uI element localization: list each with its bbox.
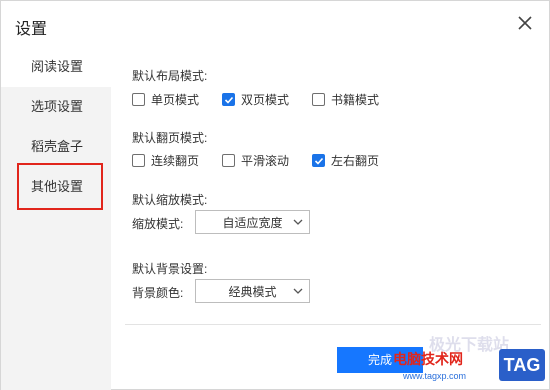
sidebar-item-options[interactable]: 选项设置 bbox=[1, 87, 111, 127]
close-icon[interactable] bbox=[513, 11, 537, 35]
sidebar: 阅读设置 选项设置 稻壳盒子 其他设置 bbox=[1, 47, 111, 390]
single-page-checkbox[interactable]: 单页模式 bbox=[132, 91, 199, 108]
sidebar-item-reading[interactable]: 阅读设置 bbox=[1, 47, 111, 87]
background-color-select[interactable]: 经典模式 bbox=[195, 279, 310, 303]
background-title: 默认背景设置: bbox=[132, 262, 208, 276]
chevron-down-icon bbox=[293, 219, 303, 225]
checkbox-box[interactable] bbox=[222, 154, 235, 167]
background-color-label: 背景颜色: bbox=[132, 286, 184, 300]
checkbox-box[interactable] bbox=[222, 93, 235, 106]
zoom-mode-title: 默认缩放模式: bbox=[132, 193, 208, 207]
continuous-page-checkbox[interactable]: 连续翻页 bbox=[132, 152, 199, 169]
sidebar-item-label: 稻壳盒子 bbox=[31, 139, 84, 154]
select-value: 经典模式 bbox=[228, 284, 277, 299]
sidebar-item-label: 阅读设置 bbox=[31, 59, 84, 74]
double-page-checkbox[interactable]: 双页模式 bbox=[222, 91, 289, 108]
checkbox-box[interactable] bbox=[312, 154, 325, 167]
settings-dialog: 设置 阅读设置 选项设置 稻壳盒子 其他设置 默认布局模式: 单页模式 双页模式… bbox=[0, 0, 550, 390]
checkbox-box[interactable] bbox=[132, 154, 145, 167]
checkbox-label: 左右翻页 bbox=[331, 154, 380, 168]
book-mode-checkbox[interactable]: 书籍模式 bbox=[312, 91, 379, 108]
sidebar-item-label: 其他设置 bbox=[31, 179, 84, 194]
watermark-faint-text: 极光下载站 bbox=[429, 337, 510, 354]
watermark-tag-logo: TAG bbox=[499, 349, 545, 381]
select-value: 自适应宽度 bbox=[222, 215, 283, 230]
sidebar-item-other[interactable]: 其他设置 bbox=[1, 167, 111, 207]
checkbox-box[interactable] bbox=[132, 93, 145, 106]
done-button[interactable]: 完成 bbox=[337, 347, 423, 373]
checkbox-label: 连续翻页 bbox=[151, 154, 200, 168]
zoom-mode-label: 缩放模式: bbox=[132, 217, 184, 231]
sidebar-item-label: 选项设置 bbox=[31, 99, 84, 114]
checkbox-label: 双页模式 bbox=[241, 93, 290, 107]
left-right-page-checkbox[interactable]: 左右翻页 bbox=[312, 152, 379, 169]
smooth-scroll-checkbox[interactable]: 平滑滚动 bbox=[222, 152, 289, 169]
checkbox-label: 平滑滚动 bbox=[241, 154, 290, 168]
footer-divider bbox=[125, 324, 541, 325]
sidebar-item-docer[interactable]: 稻壳盒子 bbox=[1, 127, 111, 167]
checkbox-label: 单页模式 bbox=[151, 93, 200, 107]
checkbox-box[interactable] bbox=[312, 93, 325, 106]
checkbox-label: 书籍模式 bbox=[331, 93, 380, 107]
dialog-title: 设置 bbox=[15, 21, 48, 38]
layout-mode-title: 默认布局模式: bbox=[132, 69, 208, 83]
zoom-mode-select[interactable]: 自适应宽度 bbox=[195, 210, 310, 234]
page-turn-mode-title: 默认翻页模式: bbox=[132, 131, 208, 145]
chevron-down-icon bbox=[293, 288, 303, 294]
